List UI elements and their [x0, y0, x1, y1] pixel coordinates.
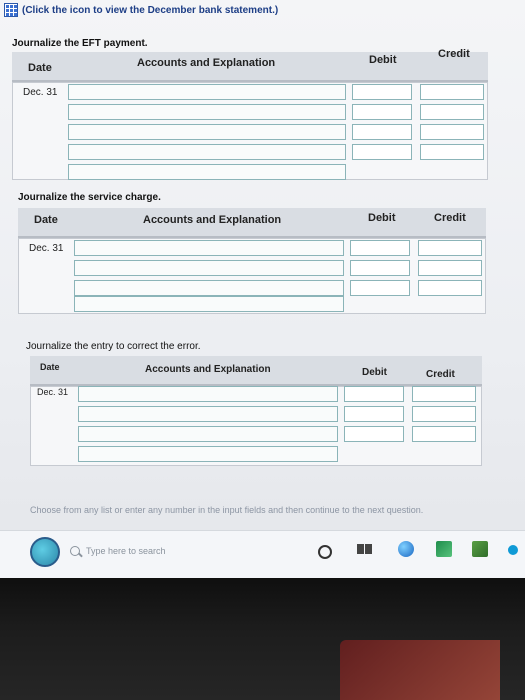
header-accounts: Accounts and Explanation [143, 214, 282, 226]
account-input-row-2[interactable] [74, 260, 344, 276]
date-value: Dec. 31 [29, 243, 64, 254]
header-credit: Credit [438, 48, 470, 60]
spreadsheet-icon[interactable] [4, 3, 18, 17]
photos-app-icon[interactable] [436, 541, 452, 557]
edge-browser-icon[interactable] [398, 541, 414, 557]
header-debit: Debit [362, 367, 387, 378]
credit-input-row-1[interactable] [420, 84, 484, 100]
account-input-row-3[interactable] [74, 280, 344, 296]
store-app-icon[interactable] [472, 541, 488, 557]
taskbar-search[interactable]: Type here to search [70, 541, 290, 561]
app-icon[interactable] [508, 545, 518, 555]
credit-input-row-4[interactable] [420, 144, 484, 160]
header-date: Date [28, 62, 52, 74]
credit-input-row-2[interactable] [418, 260, 482, 276]
debit-input-row-2[interactable] [350, 260, 410, 276]
bank-statement-link[interactable]: (Click the icon to view the December ban… [4, 2, 278, 18]
debit-input-row-1[interactable] [344, 386, 404, 402]
debit-input-row-4[interactable] [352, 144, 412, 160]
browser-screen: (Click the icon to view the December ban… [0, 0, 525, 578]
table-header: Date Accounts and Explanation Debit Cred… [30, 356, 482, 386]
cortana-icon[interactable] [318, 545, 332, 559]
section-title-correct-error: Journalize the entry to correct the erro… [26, 341, 201, 352]
account-input-row-5[interactable] [68, 164, 346, 180]
section-title-eft: Journalize the EFT payment. [12, 38, 148, 49]
debit-input-row-3[interactable] [350, 280, 410, 296]
header-date: Date [40, 362, 60, 372]
account-input-row-4[interactable] [78, 446, 338, 462]
journal-table-correct-error: Date Accounts and Explanation Debit Cred… [30, 356, 482, 466]
header-credit: Credit [434, 212, 466, 224]
account-input-row-2[interactable] [68, 104, 346, 120]
date-value: Dec. 31 [23, 87, 58, 98]
debit-input-row-3[interactable] [352, 124, 412, 140]
debit-input-row-2[interactable] [352, 104, 412, 120]
account-input-row-1[interactable] [74, 240, 344, 256]
credit-input-row-2[interactable] [412, 406, 476, 422]
credit-input-row-2[interactable] [420, 104, 484, 120]
search-icon [70, 546, 80, 556]
debit-input-row-2[interactable] [344, 406, 404, 422]
journal-table-eft: Date Accounts and Explanation Debit Cred… [12, 48, 488, 180]
header-date: Date [34, 214, 58, 226]
table-header: Date Accounts and Explanation Debit Cred… [12, 48, 488, 82]
table-header: Date Accounts and Explanation Debit Cred… [18, 208, 486, 238]
windows-taskbar: Type here to search [0, 530, 525, 578]
account-input-row-4[interactable] [68, 144, 346, 160]
date-value: Dec. 31 [37, 387, 69, 397]
hint-text: Choose from any list or enter any number… [30, 505, 424, 515]
debit-input-row-1[interactable] [350, 240, 410, 256]
account-input-row-1[interactable] [78, 386, 338, 402]
desk-object [340, 640, 500, 700]
header-debit: Debit [369, 54, 397, 66]
account-input-row-3[interactable] [78, 426, 338, 442]
header-credit: Credit [426, 369, 455, 380]
header-accounts: Accounts and Explanation [145, 364, 271, 375]
account-input-row-3[interactable] [68, 124, 346, 140]
credit-input-row-3[interactable] [412, 426, 476, 442]
account-input-row-1[interactable] [68, 84, 346, 100]
credit-input-row-1[interactable] [418, 240, 482, 256]
credit-input-row-3[interactable] [418, 280, 482, 296]
journal-table-service-charge: Date Accounts and Explanation Debit Cred… [18, 208, 486, 314]
start-button[interactable] [30, 537, 60, 567]
debit-input-row-1[interactable] [352, 84, 412, 100]
account-input-row-4[interactable] [74, 296, 344, 312]
bank-statement-link-text[interactable]: (Click the icon to view the December ban… [22, 5, 278, 16]
header-accounts: Accounts and Explanation [137, 57, 276, 69]
credit-input-row-3[interactable] [420, 124, 484, 140]
task-view-icon[interactable] [356, 541, 372, 557]
account-input-row-2[interactable] [78, 406, 338, 422]
search-placeholder[interactable]: Type here to search [86, 546, 166, 556]
section-title-service-charge: Journalize the service charge. [18, 192, 161, 203]
debit-input-row-3[interactable] [344, 426, 404, 442]
credit-input-row-1[interactable] [412, 386, 476, 402]
header-debit: Debit [368, 212, 396, 224]
